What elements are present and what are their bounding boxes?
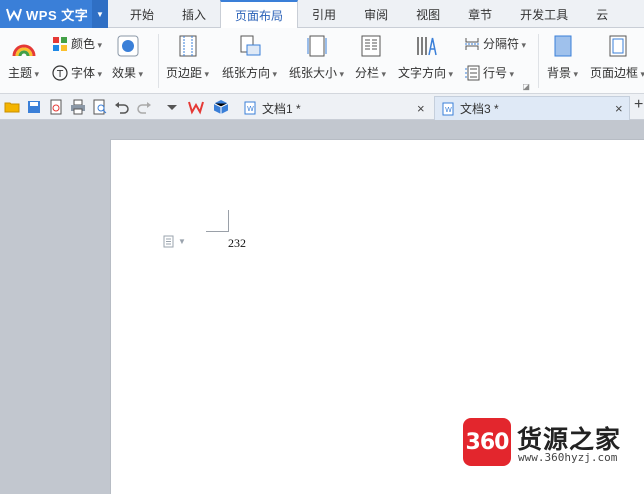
svg-text:T: T [56, 69, 64, 80]
line-numbers-icon [465, 65, 480, 80]
margin-button[interactable]: 页边距 [166, 34, 209, 81]
font-label: 字体 [71, 64, 102, 81]
margin-corner-mark [206, 231, 229, 232]
doc-tab-2[interactable]: W 文档3 * × [434, 96, 630, 120]
tab-home[interactable]: 开始 [116, 0, 168, 28]
tab-section[interactable]: 章节 [454, 0, 506, 28]
effect-button[interactable]: 效果 [112, 34, 143, 81]
margin-label: 页边距 [166, 64, 209, 81]
chevron-down-icon: ▼ [178, 237, 186, 246]
effect-icon [117, 35, 139, 57]
text-direction-button[interactable]: 文字方向 [398, 34, 453, 81]
menu-bar: WPS 文字 ▼ 开始 插入 页面布局 引用 审阅 视图 章节 开发工具 云 [0, 0, 644, 29]
doc-tab-1[interactable]: W 文档1 * × [237, 96, 432, 120]
font-circle-icon: T [52, 64, 68, 81]
tab-view[interactable]: 视图 [402, 0, 454, 28]
page-margin-icon [179, 35, 197, 57]
columns-icon [361, 35, 381, 57]
open-folder-icon[interactable] [4, 99, 20, 115]
paragraph-layout-icon [163, 235, 174, 248]
close-icon[interactable]: × [615, 101, 623, 116]
ribbon: 主题 颜色 T 字体 效果 页边距 [0, 28, 644, 94]
tab-review[interactable]: 审阅 [350, 0, 402, 28]
export-pdf-icon[interactable] [48, 99, 64, 115]
cube-icon[interactable] [213, 99, 229, 115]
app-title: WPS 文字 [26, 7, 89, 23]
page-orientation-icon [240, 35, 261, 56]
watermark: 360 货源之家 www.360hyzj.com [463, 418, 644, 466]
color-label: 颜色 [71, 35, 102, 52]
undo-icon[interactable] [114, 99, 130, 115]
doc-tab-label: 文档1 * [262, 101, 301, 116]
quick-access-toolbar: W 文档1 * × W 文档3 * × + [0, 94, 644, 120]
tab-page-layout[interactable]: 页面布局 [220, 0, 299, 29]
line-numbers-label: 行号 [483, 64, 514, 81]
doc-tab-label: 文档3 * [460, 102, 499, 116]
orientation-label: 纸张方向 [222, 64, 277, 81]
rainbow-icon [12, 44, 36, 57]
effect-label: 效果 [112, 64, 143, 81]
document-icon: W [244, 101, 256, 115]
print-icon[interactable] [70, 99, 86, 115]
paper-size-label: 纸张大小 [289, 64, 344, 81]
separator-button[interactable]: 分隔符 [464, 35, 526, 52]
close-icon[interactable]: × [417, 101, 425, 116]
page-break-icon [465, 37, 479, 50]
tab-developer[interactable]: 开发工具 [506, 0, 582, 28]
document-text[interactable]: 232 [228, 236, 246, 251]
columns-button[interactable]: 分栏 [355, 34, 386, 81]
theme-label: 主题 [8, 64, 39, 81]
redo-icon[interactable] [136, 99, 152, 115]
tab-insert[interactable]: 插入 [168, 0, 220, 28]
ribbon-tabs: 开始 插入 页面布局 引用 审阅 视图 章节 开发工具 云 [116, 0, 622, 29]
page-background-icon [554, 35, 572, 57]
margin-corner-mark [228, 210, 229, 232]
background-button[interactable]: 背景 [547, 34, 578, 81]
color-palette-icon [53, 36, 67, 51]
columns-label: 分栏 [355, 64, 386, 81]
paragraph-menu[interactable]: ▼ [163, 235, 186, 248]
svg-text:W: W [445, 106, 452, 114]
text-direction-label: 文字方向 [398, 64, 453, 81]
document-icon: W [442, 102, 454, 115]
wps-app-button[interactable]: WPS 文字 ▼ [0, 0, 108, 28]
ribbon-divider [538, 34, 539, 88]
tab-references[interactable]: 引用 [298, 0, 350, 28]
orientation-button[interactable]: 纸张方向 [222, 34, 277, 81]
paper-size-icon [307, 35, 327, 57]
page-border-label: 页面边框 [590, 64, 644, 81]
text-direction-icon [416, 37, 437, 56]
background-label: 背景 [547, 64, 578, 81]
save-icon[interactable] [26, 99, 42, 115]
dialog-launcher-icon[interactable]: ◪ [522, 82, 530, 91]
line-numbers-button[interactable]: 行号 [464, 64, 514, 81]
page-border-button[interactable]: 页面边框 [590, 34, 644, 81]
paper-size-button[interactable]: 纸张大小 [289, 34, 344, 81]
color-button[interactable]: 颜色 [52, 35, 102, 52]
chevron-down-icon[interactable] [164, 99, 180, 115]
wps-w-icon[interactable] [188, 99, 204, 115]
watermark-url: www.360hyzj.com [518, 451, 618, 464]
svg-text:W: W [247, 105, 254, 113]
chevron-down-icon[interactable]: ▼ [92, 0, 108, 28]
watermark-logo: 360 [463, 418, 511, 466]
new-tab-icon[interactable]: + [634, 96, 643, 114]
tab-cloud[interactable]: 云 [582, 0, 622, 28]
theme-button[interactable]: 主题 [8, 34, 39, 81]
page-border-icon [609, 35, 627, 57]
ribbon-divider [158, 34, 159, 88]
font-button[interactable]: T 字体 [52, 64, 102, 81]
separator-label: 分隔符 [483, 35, 526, 52]
print-preview-icon[interactable] [92, 99, 108, 115]
wps-logo-icon [6, 6, 22, 22]
